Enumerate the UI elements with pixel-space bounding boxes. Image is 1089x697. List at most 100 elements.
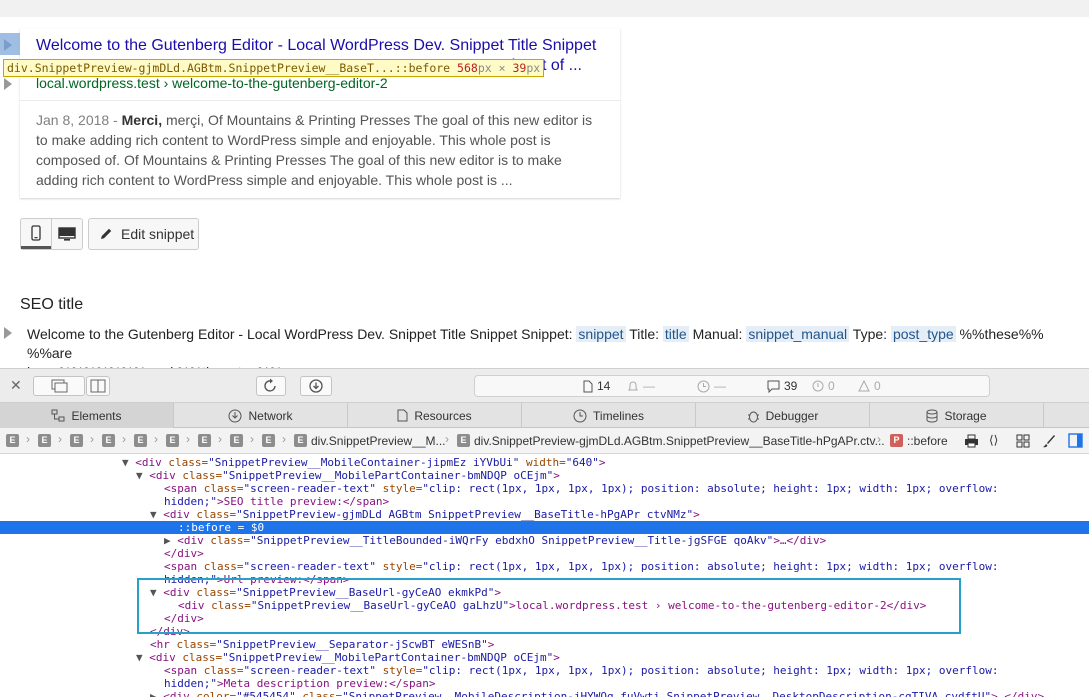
breadcrumb-element-icon[interactable]: E xyxy=(262,434,275,447)
tooltip-width: 568 xyxy=(457,61,478,75)
breadcrumb-pseudo-icon[interactable]: P xyxy=(890,434,903,447)
dom-node-line[interactable]: ▶ <div color="#545454" class="SnippetPre… xyxy=(0,690,1089,697)
dom-breadcrumb: E › E › E › E › E › E › E › E › E › E div.Snippet… xyxy=(0,428,1089,454)
snippet-date: Jan 8, 2018 - xyxy=(36,112,118,128)
network-requests[interactable]: — xyxy=(627,379,655,393)
mobile-icon xyxy=(31,224,41,241)
document-icon xyxy=(397,409,408,422)
tab-label: Timelines xyxy=(593,408,644,423)
breadcrumb-element-icon[interactable]: E xyxy=(198,434,211,447)
dom-node-line[interactable]: ▶ <div class="SnippetPreview__TitleBound… xyxy=(0,534,1089,547)
preview-mode-toggle xyxy=(20,218,83,250)
dom-node-line[interactable]: <hr class="SnippetPreview__Separator-jSc… xyxy=(0,638,1089,651)
console-warnings[interactable]: 0 xyxy=(858,379,881,393)
seo-text-segment: Welcome to the Gutenberg Editor - Local … xyxy=(27,326,577,342)
console-errors[interactable]: 0 xyxy=(812,379,835,393)
dom-tree: ▼ <div class="SnippetPreview__MobileCont… xyxy=(0,454,1089,697)
disclosure-triangle-icon xyxy=(4,39,12,51)
tab-elements[interactable]: Elements xyxy=(0,403,174,428)
database-icon xyxy=(926,409,938,422)
breadcrumb-element-icon[interactable]: E xyxy=(6,434,19,447)
error-icon xyxy=(812,380,824,392)
dom-node-selected[interactable]: ::before = $0 xyxy=(0,521,1089,534)
breadcrumb-node[interactable]: div.SnippetPreview-gjmDLd.AGBtm.SnippetP… xyxy=(474,434,885,448)
dom-node-line[interactable]: <span class="screen-reader-text" style="… xyxy=(0,560,1089,573)
load-time[interactable]: — xyxy=(697,379,726,393)
breadcrumb-element-icon[interactable]: E xyxy=(294,434,307,447)
undock-icon xyxy=(51,379,68,393)
dom-node-line[interactable]: hidden;">Meta description preview:</span… xyxy=(0,677,1089,690)
seo-text-segment: Title: xyxy=(625,326,663,342)
close-icon[interactable]: ✕ xyxy=(10,377,22,394)
tab-timelines[interactable]: Timelines xyxy=(522,403,696,428)
dom-node-line[interactable]: ▼ <div class="SnippetPreview__MobilePart… xyxy=(0,651,1089,664)
breadcrumb-element-icon[interactable]: E xyxy=(134,434,147,447)
mobile-preview-button[interactable] xyxy=(21,219,51,249)
undock-button[interactable] xyxy=(33,376,85,396)
dom-node-line[interactable]: <span class="screen-reader-text" style="… xyxy=(0,482,1089,495)
seo-title-label: SEO title xyxy=(20,296,84,313)
clock-icon xyxy=(697,380,710,392)
tab-label: Network xyxy=(248,408,293,423)
pencil-icon xyxy=(101,228,112,239)
sidebar-toggle-icon[interactable] xyxy=(1068,433,1083,448)
snippet-description: Jan 8, 2018 - Merci, merçi, Of Mountains… xyxy=(36,110,604,190)
paintbrush-icon[interactable] xyxy=(1042,434,1056,448)
resource-count[interactable]: 14 xyxy=(583,379,610,393)
speech-bubble-icon xyxy=(767,380,780,393)
breadcrumb-element-icon[interactable]: E xyxy=(457,434,470,447)
tab-label: Elements xyxy=(71,408,122,423)
breadcrumb-element-icon[interactable]: E xyxy=(70,434,83,447)
breadcrumb-element-icon[interactable]: E xyxy=(166,434,179,447)
bug-icon xyxy=(747,411,759,422)
tab-resources[interactable]: Resources xyxy=(348,403,522,428)
replacevar-tag[interactable]: snippet_manual xyxy=(746,326,850,342)
dock-side-button[interactable] xyxy=(86,376,110,396)
disclosure-triangle-icon xyxy=(4,327,12,339)
dom-node-line[interactable]: hidden;">SEO title preview:</span> xyxy=(0,495,1089,508)
elements-icon xyxy=(51,409,65,422)
breadcrumb-element-icon[interactable]: E xyxy=(102,434,115,447)
breadcrumb-element-icon[interactable]: E xyxy=(230,434,243,447)
snippet-preview-card: Welcome to the Gutenberg Editor - Local … xyxy=(20,28,620,198)
breadcrumb-node-active[interactable]: ::before xyxy=(907,434,948,448)
replacevar-tag[interactable]: snippet xyxy=(576,326,626,342)
devtools-status-bar: 14 — — 39 0 0 xyxy=(474,375,990,397)
tab-label: Debugger xyxy=(765,408,819,423)
replacevar-tag[interactable]: post_type xyxy=(890,326,956,342)
network-icon xyxy=(228,409,242,422)
devtools-toolbar: ✕ 14 — — 39 0 0 xyxy=(0,368,1089,402)
dom-node-line[interactable]: <span class="screen-reader-text" style="… xyxy=(0,664,1089,677)
reload-button[interactable] xyxy=(256,376,286,396)
dock-side-icon xyxy=(90,379,106,393)
tooltip-unit: px xyxy=(477,61,492,75)
print-icon[interactable] xyxy=(964,434,979,448)
warning-icon xyxy=(858,380,870,392)
reload-icon xyxy=(264,378,276,392)
download-button[interactable] xyxy=(300,376,332,396)
desktop-preview-button[interactable] xyxy=(51,219,82,249)
snippet-url: local.wordpress.test › welcome-to-the-gu… xyxy=(36,75,388,91)
snippet-title-line1: Welcome to the Gutenberg Editor - Local … xyxy=(36,37,597,54)
replacevar-tag[interactable]: title xyxy=(662,326,689,342)
document-icon xyxy=(583,380,593,392)
tab-label: Storage xyxy=(944,408,987,423)
console-logs[interactable]: 39 xyxy=(767,379,797,393)
tab-network[interactable]: Network xyxy=(174,403,348,428)
breadcrumb-element-icon[interactable]: E xyxy=(38,434,51,447)
snippet-desc-bold: Merci, xyxy=(121,112,163,128)
dom-node-line[interactable]: ▼ <div class="SnippetPreview-gjmDLd AGBt… xyxy=(0,508,1089,521)
tab-debugger[interactable]: Debugger xyxy=(696,403,870,428)
dom-node-line[interactable]: ▼ <div class="SnippetPreview__MobileCont… xyxy=(0,456,1089,469)
breadcrumb-node[interactable]: div.SnippetPreview__M... xyxy=(311,434,446,448)
grid-icon[interactable] xyxy=(1016,434,1030,448)
inspector-tooltip: div.SnippetPreview-gjmDLd.AGBtm.SnippetP… xyxy=(3,59,545,77)
dom-node-line[interactable]: </div> xyxy=(0,547,1089,560)
tab-storage[interactable]: Storage xyxy=(870,403,1044,428)
dom-node-line[interactable]: ▼ <div class="SnippetPreview__MobilePart… xyxy=(0,469,1089,482)
tooltip-times: × xyxy=(498,61,506,75)
source-code-icon[interactable]: ⟨⟩ xyxy=(989,433,998,447)
tooltip-height: 39 xyxy=(512,61,527,75)
seo-title-input[interactable]: Welcome to the Gutenberg Editor - Local … xyxy=(20,322,1089,380)
edit-snippet-button[interactable]: Edit snippet xyxy=(88,218,199,250)
